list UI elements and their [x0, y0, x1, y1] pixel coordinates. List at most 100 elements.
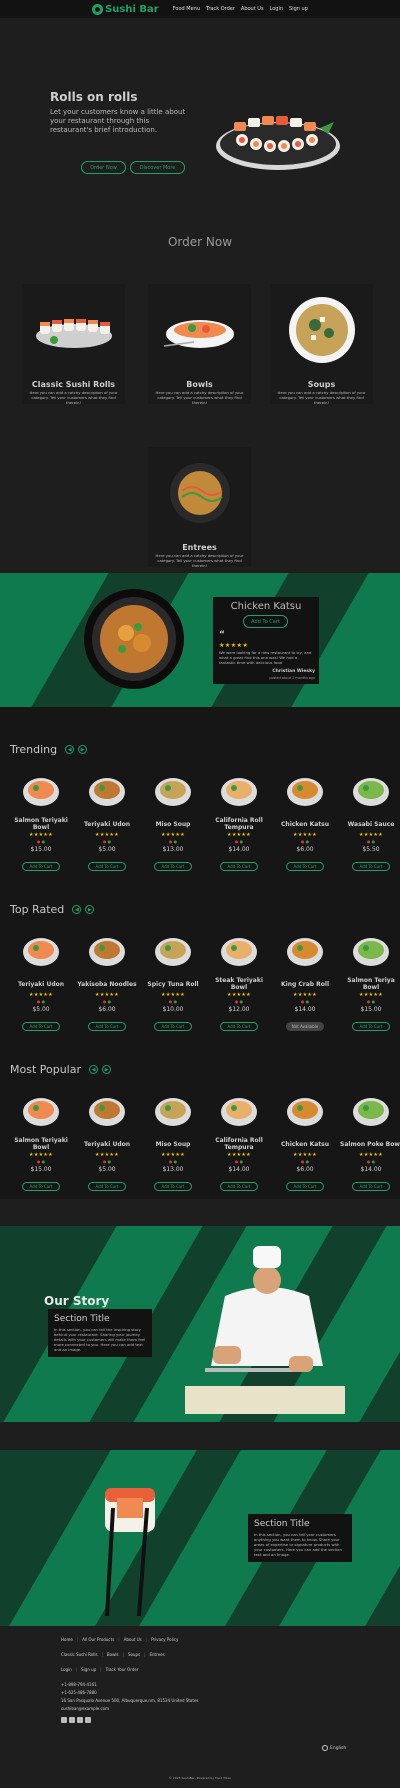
scroll-left-button[interactable]: ◀	[89, 1065, 99, 1074]
featured-add-to-cart-button[interactable]: Add To Cart	[243, 615, 288, 628]
language-label: English	[330, 1745, 347, 1751]
product-card[interactable]: Chicken Katsu ★★★★★ ● ● $6.00 Add To Cart	[274, 1091, 336, 1192]
category-card-classic-rolls[interactable]: Classic Sushi Rolls Here you can add a c…	[22, 284, 125, 405]
product-card[interactable]: California Roll Tempura ★★★★★ ● ● $14.00 Add…	[208, 771, 270, 872]
product-name: Miso Soup	[155, 1140, 191, 1148]
add-to-cart-button[interactable]: Add To Cart	[88, 862, 126, 871]
language-selector[interactable]: English	[322, 1745, 346, 1751]
footer-link-soups[interactable]: Soups	[128, 1652, 140, 1657]
diet-icons: ● ●	[36, 839, 46, 844]
hero-section: Rolls on rolls Let your customers know a…	[0, 18, 400, 202]
add-to-cart-button[interactable]: Add To Cart	[154, 862, 192, 871]
add-to-cart-button[interactable]: Add To Cart	[88, 1182, 126, 1191]
footer-link-about[interactable]: About Us	[124, 1637, 142, 1642]
footer: Home | All Our Products | About Us | Privac…	[0, 1626, 400, 1788]
nav-food-menu[interactable]: Food Menu	[173, 6, 200, 12]
add-to-cart-button[interactable]: Add To Cart	[286, 862, 324, 871]
add-to-cart-button[interactable]: Add To Cart	[352, 862, 390, 871]
product-price: $14.00	[228, 1166, 250, 1173]
product-card[interactable]: Salmon Teriya Bowl ★★★★★ ● ● $15.00 Add To C…	[340, 931, 400, 1032]
category-title: Soups	[307, 380, 336, 389]
product-card[interactable]: Yakisoba Noodles ★★★★★ ● ● $6.00 Add To Cart	[76, 931, 138, 1032]
globe-icon	[322, 1745, 328, 1751]
top-nav: Sushi Bar Food Menu Track Order About Us…	[0, 0, 400, 18]
add-to-cart-button[interactable]: Add To Cart	[220, 1182, 258, 1191]
footer-link-privacy[interactable]: Privacy Policy	[151, 1637, 178, 1642]
category-title: Entrees	[182, 543, 217, 552]
product-card[interactable]: Teriyaki Udon ★★★★★ ● ● $5.00 Add To Cart	[76, 1091, 138, 1192]
product-card[interactable]: Salmon Teriyaki Bowl ★★★★★ ● ● $15.00 Add To…	[10, 771, 72, 872]
product-card[interactable]: Steak Teriyaki Bowl ★★★★★ ● ● $12.00 Add To …	[208, 931, 270, 1032]
diet-icons: ● ●	[36, 1159, 46, 1164]
category-card-bowls[interactable]: Bowls Here you can add a catchy descript…	[148, 284, 251, 405]
scroll-right-button[interactable]: ▶	[78, 745, 88, 754]
footer-link-classic[interactable]: Classic Sushi Rolls	[61, 1652, 98, 1657]
product-card[interactable]: California Roll Tempura ★★★★★ ● ● $14.00 Add…	[208, 1091, 270, 1192]
product-price: $14.00	[360, 1166, 382, 1173]
nav-login[interactable]: Login	[270, 6, 284, 12]
product-price: $12.00	[228, 1006, 250, 1013]
logo-icon	[92, 3, 104, 15]
footer-link-track[interactable]: Track Your Order	[106, 1667, 139, 1672]
diet-icons: ● ●	[168, 839, 178, 844]
add-to-cart-button[interactable]: Add To Cart	[88, 1022, 126, 1031]
brand-logo[interactable]: Sushi Bar	[92, 3, 159, 15]
product-rating-stars: ★★★★★	[161, 1152, 185, 1158]
discover-more-button[interactable]: Discover More	[130, 161, 185, 174]
product-price: $6.00	[98, 1006, 116, 1013]
product-card[interactable]: Spicy Tuna Roll ★★★★★ ● ● $10.00 Add To Cart	[142, 931, 204, 1032]
product-card[interactable]: Teriyaki Udon ★★★★★ ● ● $5.00 Add To Cart	[10, 931, 72, 1032]
scroll-left-button[interactable]: ◀	[72, 905, 82, 914]
add-to-cart-button[interactable]: Add To Cart	[22, 862, 60, 871]
footer-link-products[interactable]: All Our Products	[82, 1637, 114, 1642]
product-card[interactable]: Miso Soup ★★★★★ ● ● $13.00 Add To Cart	[142, 1091, 204, 1192]
product-card[interactable]: Salmon Poke Bowl ★★★★★ ● ● $14.00 Add To Car…	[340, 1091, 400, 1192]
add-to-cart-button[interactable]: Add To Cart	[352, 1182, 390, 1191]
promo-card-text: In this section, you can tell your custo…	[254, 1532, 342, 1557]
product-card[interactable]: Miso Soup ★★★★★ ● ● $13.00 Add To Cart	[142, 771, 204, 872]
product-image	[208, 931, 270, 969]
add-to-cart-button[interactable]: Add To Cart	[22, 1182, 60, 1191]
footer-email[interactable]: sushibar@example.com	[61, 1706, 109, 1711]
order-now-button[interactable]: Order Now	[81, 161, 126, 174]
footer-phone-2[interactable]: +1-625-486-7880	[61, 1690, 97, 1695]
twitter-icon[interactable]	[69, 1717, 75, 1723]
scroll-left-button[interactable]: ◀	[65, 745, 75, 754]
product-price: $15.00	[30, 1166, 52, 1173]
instagram-icon[interactable]	[85, 1717, 91, 1723]
add-to-cart-button[interactable]: Add To Cart	[220, 862, 258, 871]
category-card-soups[interactable]: Soups Here you can add a catchy descript…	[270, 284, 373, 405]
facebook-icon[interactable]	[61, 1717, 67, 1723]
nav-signup[interactable]: Sign up	[289, 6, 308, 12]
product-price: $5.00	[98, 1166, 116, 1173]
product-card[interactable]: Wasabi Sauce ★★★★★ ● ● $5.50 Add To Cart	[340, 771, 400, 872]
product-card[interactable]: Chicken Katsu ★★★★★ ● ● $6.00 Add To Cart	[274, 771, 336, 872]
add-to-cart-button[interactable]: Add To Cart	[22, 1022, 60, 1031]
product-card[interactable]: Teriyaki Udon ★★★★★ ● ● $5.00 Add To Cart	[76, 771, 138, 872]
add-to-cart-button[interactable]: Add To Cart	[154, 1182, 192, 1191]
youtube-icon[interactable]	[77, 1717, 83, 1723]
category-card-entrees[interactable]: Entrees Here you can add a catchy descri…	[148, 447, 251, 568]
footer-link-home[interactable]: Home	[61, 1637, 73, 1642]
row-title: Most Popular	[10, 1063, 82, 1076]
footer-link-bowls[interactable]: Bowls	[107, 1652, 119, 1657]
product-rating-stars: ★★★★★	[359, 1152, 383, 1158]
product-rating-stars: ★★★★★	[29, 1152, 53, 1158]
add-to-cart-button[interactable]: Add To Cart	[220, 1022, 258, 1031]
nav-track-order[interactable]: Track Order	[206, 6, 235, 12]
footer-phone-1[interactable]: +1-898-794-4161	[61, 1682, 97, 1687]
footer-link-login[interactable]: Login	[61, 1667, 72, 1672]
scroll-right-button[interactable]: ▶	[102, 1065, 112, 1074]
product-card[interactable]: Salmon Teriyaki Bowl ★★★★★ ● ● $15.00 Add To…	[10, 1091, 72, 1192]
add-to-cart-button[interactable]: Add To Cart	[154, 1022, 192, 1031]
product-rating-stars: ★★★★★	[95, 1152, 119, 1158]
add-to-cart-button[interactable]: Add To Cart	[286, 1182, 324, 1191]
footer-link-entrees[interactable]: Entrees	[149, 1652, 164, 1657]
footer-link-signup[interactable]: Sign up	[81, 1667, 96, 1672]
add-to-cart-button[interactable]: Add To Cart	[352, 1022, 390, 1031]
popular-row: Most Popular ◀ ▶ Salmon Teriyaki Bowl ★★★…	[0, 1039, 400, 1199]
nav-about-us[interactable]: About Us	[241, 6, 264, 12]
product-card[interactable]: King Crab Roll ★★★★★ ● ● $14.00 Not Availabl…	[274, 931, 336, 1032]
scroll-right-button[interactable]: ▶	[85, 905, 95, 914]
product-image	[142, 931, 204, 969]
